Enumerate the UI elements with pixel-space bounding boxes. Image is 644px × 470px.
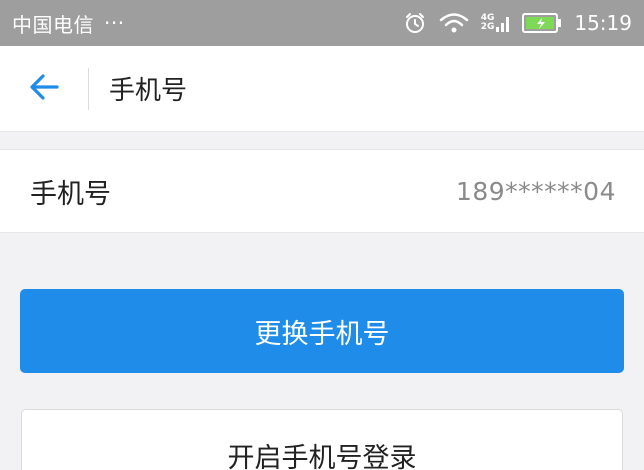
arrow-left-icon [28,73,60,105]
alarm-icon [403,11,427,35]
wifi-icon [439,11,469,35]
status-time: 15:19 [574,11,632,35]
phone-number-row: 手机号 189******04 [0,149,644,233]
enable-phone-login-button[interactable]: 开启手机号登录 [21,409,623,470]
change-phone-button[interactable]: 更换手机号 [20,289,624,373]
phone-screen: 中国电信 ··· 4G 2G 15:19 手机号 手机号 189******04… [0,0,644,470]
signal-icon [496,11,510,35]
network-bottom: 2G [480,22,495,32]
phone-number-label: 手机号 [30,178,111,210]
status-bar: 中国电信 ··· 4G 2G 15:19 [0,0,644,46]
header-divider [88,67,89,110]
more-notifications: ··· [104,11,125,35]
battery-charging-icon [522,12,562,34]
phone-number-value: 189******04 [455,176,616,206]
app-header: 手机号 [0,46,644,132]
status-right: 4G 2G 15:19 [403,11,632,35]
network-type-label: 4G 2G [481,14,495,32]
status-left: 中国电信 ··· [12,9,125,38]
carrier-name: 中国电信 [12,12,94,37]
page-title: 手机号 [109,76,188,106]
back-button[interactable] [0,46,88,132]
signal-block: 4G 2G [481,11,511,35]
